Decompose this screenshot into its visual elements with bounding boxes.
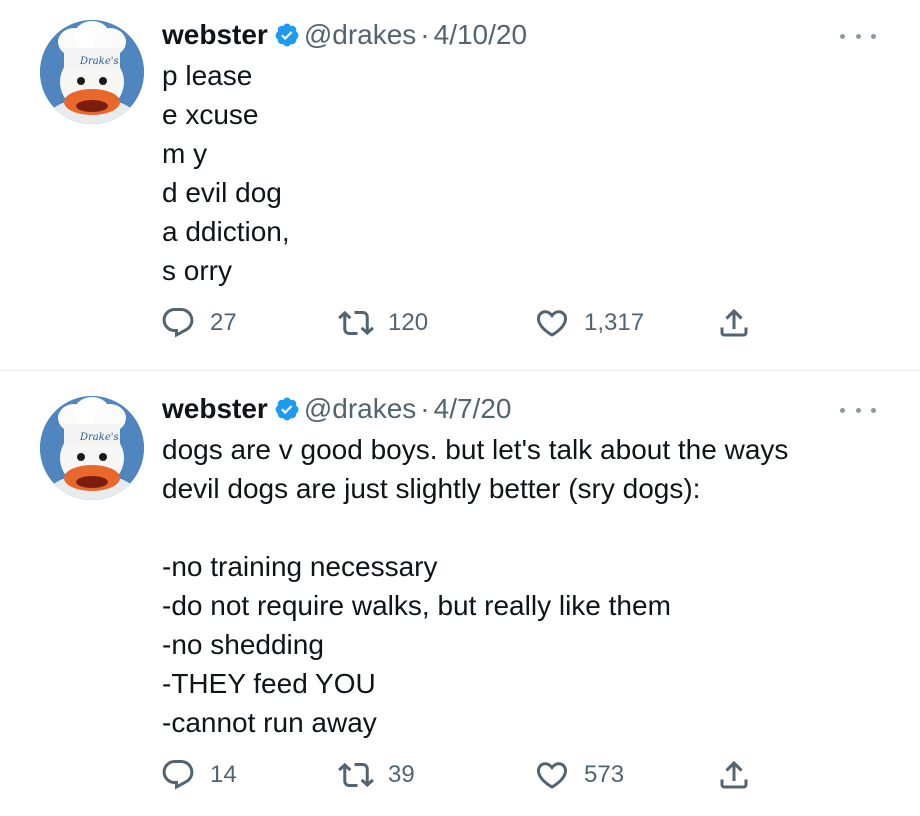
avatar[interactable]: Drake's [40,396,144,500]
tweet-actions: 27 120 1,317 [160,303,760,343]
tweet[interactable]: Drake's webster @drakes · 4/10/20 p lease e… [0,0,920,370]
retweet-icon [338,310,374,336]
retweet-icon [338,762,374,788]
tweet-text-line: -cannot run away [162,707,377,738]
reply-button[interactable]: 27 [160,303,237,343]
share-button[interactable] [716,755,752,795]
tweet-text-line: a ddiction, [162,216,290,247]
tweet-text-line: -do not require walks, but really like t… [162,590,671,621]
separator-dot: · [420,19,430,50]
author-name[interactable]: webster [162,19,268,50]
tweet-text-line: dogs are v good boys. but let's talk abo… [162,434,789,465]
avatar-logo-text: Drake's [79,432,119,443]
verified-badge-icon [274,396,300,430]
author-name[interactable]: webster [162,393,268,424]
tweet-date[interactable]: 4/7/20 [434,393,512,424]
reply-icon [162,760,194,790]
tweet-text-line: -no shedding [162,629,324,660]
tweet-actions: 14 39 573 [160,755,760,795]
retweet-button[interactable]: 120 [338,303,428,343]
share-button[interactable] [716,303,752,343]
author-handle[interactable]: @drakes [304,393,416,424]
tweet-text-line: p lease [162,60,253,91]
heart-icon [536,762,568,789]
reply-icon [162,308,194,338]
tweet-text-line: -no training necessary [162,551,438,582]
tweet-date[interactable]: 4/10/20 [434,19,527,50]
tweet-text-line: e xcuse [162,99,259,130]
tweet-header: webster @drakes · 4/7/20 [162,392,511,430]
more-options-icon[interactable] [840,402,876,418]
tweet-text: dogs are v good boys. but let's talk abo… [162,430,788,742]
tweet-text-line: s orry [162,255,232,286]
tweet-text-line: -THEY feed YOU [162,668,376,699]
avatar-logo-text: Drake's [79,56,119,67]
reply-count: 27 [210,309,237,336]
avatar[interactable]: Drake's [40,20,144,124]
retweet-count: 120 [388,309,429,336]
share-icon [720,308,748,337]
author-handle[interactable]: @drakes [304,19,416,50]
retweet-count: 39 [388,761,415,788]
verified-badge-icon [274,22,300,56]
share-icon [720,760,748,789]
tweet-text-line [162,508,788,547]
tweet-text-line: devil dogs are just slightly better (sry… [162,473,701,504]
like-count: 573 [584,761,625,788]
reply-count: 14 [210,761,237,788]
more-options-icon[interactable] [840,28,876,44]
reply-button[interactable]: 14 [160,755,237,795]
tweet-header: webster @drakes · 4/10/20 [162,18,527,56]
avatar-image: Drake's [40,20,144,124]
like-button[interactable]: 573 [534,755,624,795]
heart-icon [536,310,568,337]
tweet-text-line: d evil dog [162,177,282,208]
tweet-text: p lease e xcuse m y d evil dog a ddictio… [162,56,290,290]
like-button[interactable]: 1,317 [534,303,644,343]
separator-dot: · [420,393,430,424]
retweet-button[interactable]: 39 [338,755,415,795]
tweet-text-line: m y [162,138,208,169]
avatar-image: Drake's [40,396,144,500]
like-count: 1,317 [584,309,645,336]
